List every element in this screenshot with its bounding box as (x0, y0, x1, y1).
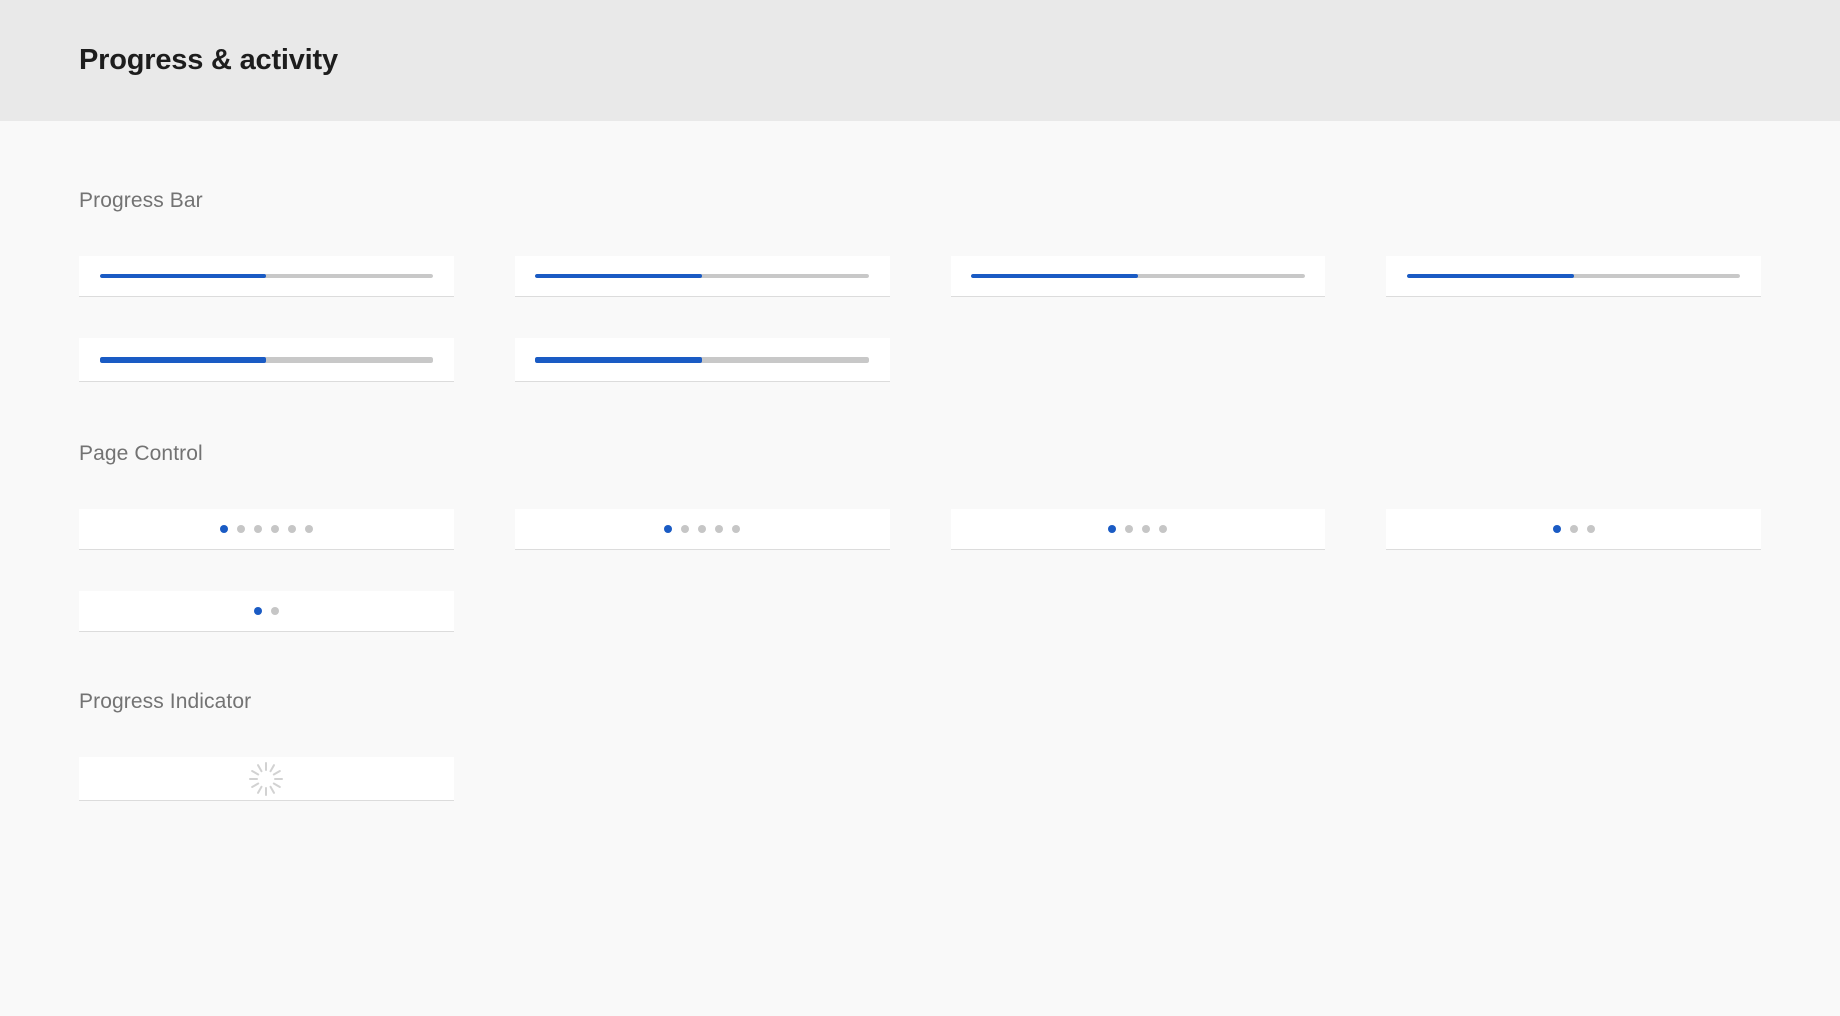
page-dot[interactable] (1569, 525, 1578, 533)
page-title: Progress & activity (79, 44, 338, 76)
empty-slot (951, 757, 1326, 798)
page-dot[interactable] (715, 525, 724, 533)
page-dot-active[interactable] (219, 525, 228, 533)
spinner-spoke (251, 769, 260, 776)
page-control[interactable] (664, 525, 741, 533)
section-title-progress-indicator: Progress Indicator (79, 690, 252, 713)
page-control-card (1386, 509, 1761, 550)
spinner-spoke (272, 781, 282, 788)
spinner-spoke (274, 777, 284, 780)
page-dot[interactable] (681, 525, 690, 533)
page-dot[interactable] (1125, 525, 1134, 533)
spinner-spoke (249, 777, 259, 780)
progress-bar-card (514, 256, 890, 297)
page-header: Progress & activity (0, 0, 1840, 121)
page-control[interactable] (219, 525, 313, 533)
empty-slot (1386, 757, 1761, 798)
section-page-control: Page Control (79, 382, 1761, 632)
progress-bar-card (1386, 256, 1761, 297)
rows-page-control (79, 509, 1761, 632)
progress-indicator-card (79, 757, 454, 801)
progress-bar[interactable] (535, 356, 869, 363)
row (79, 509, 1761, 550)
page-dot-active[interactable] (664, 525, 673, 533)
empty-slot (951, 591, 1326, 632)
progress-bar-fill (99, 274, 267, 278)
spinner-spoke (257, 763, 264, 773)
rows-progress-bar (79, 256, 1761, 382)
progress-bar-fill (99, 356, 267, 363)
page-dot[interactable] (270, 607, 279, 615)
progress-bar[interactable] (99, 274, 434, 278)
progress-bar-fill (535, 274, 703, 278)
spinner-spoke (265, 786, 268, 796)
progress-bar[interactable] (99, 356, 434, 363)
progress-bar-card (950, 256, 1326, 297)
empty-slot (1386, 591, 1761, 632)
spinner-icon (249, 761, 284, 796)
page-dot-active[interactable] (253, 607, 262, 615)
sections-container: Progress Bar Page Control Progress Indicat… (79, 121, 1761, 801)
page-dot[interactable] (1142, 525, 1151, 533)
empty-slot (1386, 338, 1761, 379)
page-dot[interactable] (236, 525, 245, 533)
empty-slot (951, 338, 1326, 379)
progress-bar[interactable] (535, 274, 869, 278)
page-dot[interactable] (698, 525, 707, 533)
spinner-spoke (269, 784, 276, 794)
progress-bar-card (514, 338, 890, 382)
page-body: Progress Bar Page Control Progress Indicat… (0, 121, 1840, 801)
section-progress-bar: Progress Bar (79, 121, 1761, 382)
section-progress-indicator: Progress Indicator (79, 632, 1761, 801)
page-dot[interactable] (253, 525, 262, 533)
row (79, 591, 1761, 632)
progress-bar-fill (1406, 274, 1574, 278)
row (79, 256, 1761, 297)
page-dot[interactable] (1586, 525, 1595, 533)
row (79, 338, 1761, 382)
page-control[interactable] (1552, 525, 1595, 533)
progress-bar-fill (971, 274, 1138, 278)
section-title-progress-bar: Progress Bar (79, 189, 203, 212)
page-dot[interactable] (1159, 525, 1168, 533)
page-dot[interactable] (732, 525, 741, 533)
page-control-card (79, 591, 454, 632)
page-control[interactable] (253, 607, 279, 615)
page-control-card (950, 509, 1326, 550)
spinner-spoke (272, 769, 282, 776)
page-dot[interactable] (287, 525, 296, 533)
progress-bar-card (79, 338, 454, 382)
spinner-spoke (269, 763, 276, 773)
page-dot-active[interactable] (1108, 525, 1117, 533)
empty-slot (515, 591, 890, 632)
rows-progress-indicator (79, 757, 1761, 801)
page-dot[interactable] (304, 525, 313, 533)
row (79, 757, 1761, 801)
spinner-spoke (265, 761, 268, 771)
page-control[interactable] (1108, 525, 1168, 533)
progress-bar-card (79, 256, 454, 297)
page-control-card (514, 509, 890, 550)
section-title-page-control: Page Control (79, 442, 203, 465)
page-dot-active[interactable] (1552, 525, 1561, 533)
progress-bar[interactable] (971, 274, 1305, 278)
page-dot[interactable] (270, 525, 279, 533)
progress-bar[interactable] (1406, 274, 1741, 278)
page-control-card (79, 509, 454, 550)
spinner-spoke (257, 784, 264, 794)
spinner-spoke (251, 781, 260, 788)
empty-slot (515, 757, 890, 798)
progress-bar-fill (535, 356, 703, 363)
